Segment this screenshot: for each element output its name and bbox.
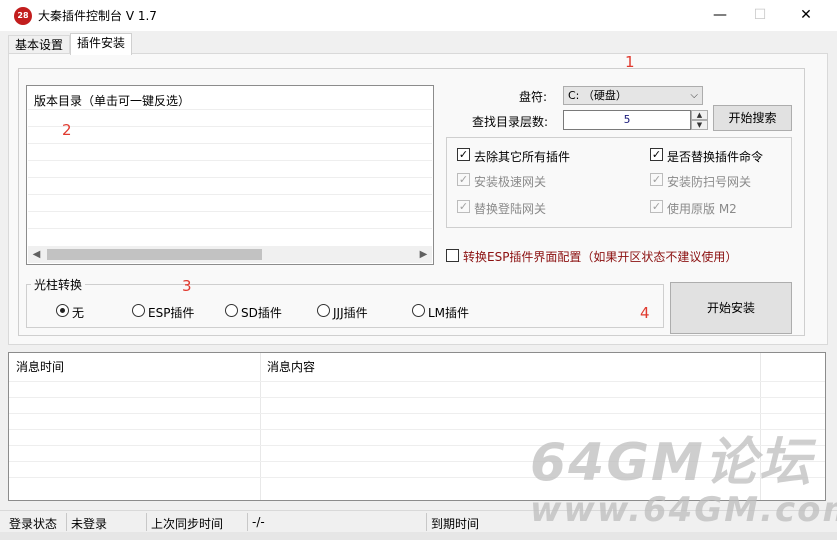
col-header-content[interactable]: 消息内容	[260, 353, 315, 381]
radio-none[interactable]	[56, 304, 69, 317]
taskbar-strip	[0, 532, 837, 540]
replace-login-gateway-checkbox: ✓	[457, 200, 470, 213]
col-header-time[interactable]: 消息时间	[9, 353, 64, 381]
remove-all-label: 去除其它所有插件	[474, 150, 571, 164]
version-list-header[interactable]: 版本目录（单击可一键反选）	[34, 92, 190, 109]
esp-convert-checkbox[interactable]	[446, 249, 459, 262]
list-divider	[28, 177, 432, 178]
list-divider	[28, 211, 432, 212]
list-divider	[28, 109, 432, 110]
last-sync-label: 上次同步时间	[151, 517, 224, 531]
login-status-value: 未登录	[71, 517, 108, 531]
status-divider	[426, 513, 427, 531]
radio-sd[interactable]	[225, 304, 238, 317]
tab-basic-settings[interactable]: 基本设置	[8, 35, 71, 54]
drive-select[interactable]: C: （硬盘） ⌵	[563, 86, 703, 105]
horizontal-scrollbar[interactable]: ◀ ▶	[28, 246, 432, 263]
radio-jjj[interactable]	[317, 304, 330, 317]
expire-time-label: 到期时间	[431, 517, 480, 531]
install-button[interactable]: 开始安装	[670, 282, 792, 334]
radio-esp[interactable]	[132, 304, 145, 317]
marker-2: 2	[62, 121, 72, 139]
radio-jjj-label: JJJ插件	[333, 306, 368, 320]
cursor-convert-legend: 光柱转换	[31, 276, 86, 293]
status-divider	[247, 513, 248, 531]
list-divider	[28, 194, 432, 195]
drive-label: 盘符:	[519, 90, 548, 104]
maximize-button: ☐	[753, 7, 767, 23]
list-divider	[28, 126, 432, 127]
row-divider	[9, 413, 825, 414]
window-title: 大秦插件控制台 V 1.7	[38, 9, 157, 23]
depth-label: 查找目录层数:	[472, 115, 549, 129]
radio-sd-label: SD插件	[241, 306, 282, 320]
replace-cmd-label: 是否替换插件命令	[667, 150, 764, 164]
drive-select-value: C: （硬盘）	[568, 89, 627, 102]
esp-convert-label: 转换ESP插件界面配置（如果开区状态不建议使用）	[463, 250, 738, 264]
fast-gateway-label: 安装极速网关	[474, 175, 547, 189]
spin-down-icon[interactable]: ▼	[691, 120, 708, 130]
list-divider	[28, 228, 432, 229]
spin-up-icon[interactable]: ▲	[691, 110, 708, 120]
use-original-m2-label: 使用原版 M2	[667, 202, 737, 216]
anti-scan-gateway-label: 安装防扫号网关	[667, 175, 752, 189]
status-divider	[66, 513, 67, 531]
marker-4: 4	[640, 304, 650, 322]
replace-login-gateway-label: 替换登陆网关	[474, 202, 547, 216]
use-original-m2-checkbox: ✓	[650, 200, 663, 213]
radio-lm-label: LM插件	[428, 306, 470, 320]
list-divider	[28, 143, 432, 144]
version-list[interactable]: 版本目录（单击可一键反选） ◀ ▶	[26, 85, 434, 265]
depth-input[interactable]: 5	[563, 110, 691, 130]
main-window: 28 大秦插件控制台 V 1.7 — ☐ ✕ 基本设置 插件安装 1 版本目录（…	[0, 0, 837, 540]
radio-lm[interactable]	[412, 304, 425, 317]
list-divider	[28, 160, 432, 161]
row-divider	[9, 381, 825, 382]
anti-scan-gateway-checkbox: ✓	[650, 173, 663, 186]
scroll-right-icon[interactable]: ▶	[415, 246, 432, 263]
radio-none-label: 无	[72, 306, 85, 320]
close-button[interactable]: ✕	[783, 0, 829, 31]
replace-cmd-checkbox[interactable]: ✓	[650, 148, 663, 161]
scroll-left-icon[interactable]: ◀	[28, 246, 45, 263]
status-divider	[146, 513, 147, 531]
login-status-label: 登录状态	[9, 517, 58, 531]
radio-esp-label: ESP插件	[148, 306, 195, 320]
title-bar[interactable]: 28 大秦插件控制台 V 1.7 — ☐ ✕	[0, 0, 837, 31]
tab-plugin-install[interactable]: 插件安装	[70, 33, 133, 55]
remove-all-checkbox[interactable]: ✓	[457, 148, 470, 161]
row-divider	[9, 397, 825, 398]
watermark-url: www.64GM.com	[530, 490, 837, 530]
fast-gateway-checkbox: ✓	[457, 173, 470, 186]
search-button[interactable]: 开始搜索	[713, 105, 792, 131]
app-logo-icon: 28	[14, 7, 32, 25]
watermark-title: 64GM论坛	[530, 433, 813, 493]
chevron-down-icon: ⌵	[690, 90, 698, 101]
scroll-thumb[interactable]	[47, 249, 262, 260]
marker-3: 3	[182, 277, 192, 295]
last-sync-value: -/-	[252, 515, 265, 529]
marker-1: 1	[625, 53, 635, 71]
